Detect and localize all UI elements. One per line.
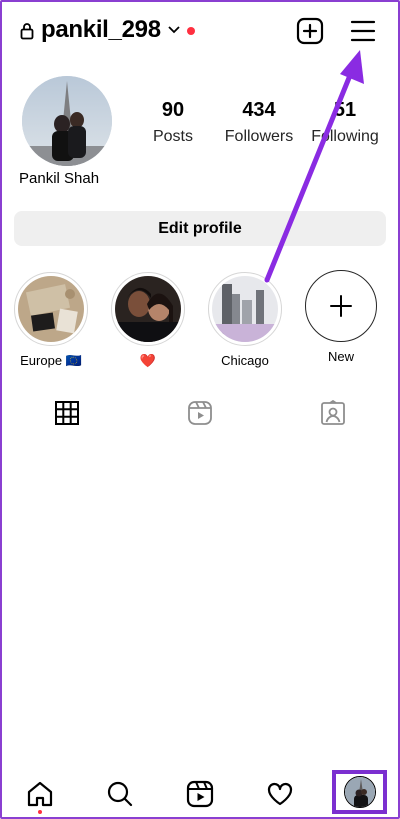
followers-label: Followers: [224, 128, 294, 145]
plus-icon: [330, 295, 352, 317]
profile-tab-highlight[interactable]: [332, 770, 387, 814]
posts-count: 90: [161, 99, 185, 121]
highlight-ring: [208, 272, 282, 346]
following-count: 51: [333, 99, 357, 121]
reels-icon[interactable]: [187, 400, 213, 426]
posts-stat[interactable]: 90 Posts: [146, 98, 200, 148]
new-highlight-ring: [305, 270, 377, 342]
following-label: Following: [311, 128, 379, 145]
search-icon[interactable]: [106, 780, 134, 808]
add-post-icon[interactable]: [296, 17, 324, 45]
highlight-ring: [111, 272, 185, 346]
highlight-heart[interactable]: ❤️: [110, 272, 186, 369]
highlight-europe[interactable]: Europe 🇪🇺: [13, 272, 89, 369]
followers-stat[interactable]: 434 Followers: [222, 98, 296, 148]
hamburger-menu-icon[interactable]: [349, 18, 377, 44]
posts-label: Posts: [152, 128, 193, 145]
profile-avatar[interactable]: [22, 76, 112, 166]
highlight-heart-image: [115, 276, 181, 342]
highlight-ring: [14, 272, 88, 346]
following-stat[interactable]: 51 Following: [310, 98, 380, 148]
highlight-label: New: [327, 349, 354, 364]
notification-dot: [187, 27, 195, 35]
highlight-label: ❤️: [139, 353, 157, 368]
tagged-icon[interactable]: [320, 400, 346, 426]
display-name: Pankil Shah: [19, 170, 100, 187]
home-icon[interactable]: [26, 780, 54, 808]
profile-header: pankil_298: [0, 0, 400, 64]
home-activity-dot: [38, 810, 42, 814]
nav-profile-avatar[interactable]: [343, 776, 376, 808]
highlight-label: Europe 🇪🇺: [20, 353, 82, 368]
followers-count: 434: [242, 99, 276, 121]
chevron-down-icon[interactable]: [167, 24, 181, 36]
highlight-europe-image: [18, 276, 84, 342]
heart-icon[interactable]: [266, 780, 294, 808]
lock-icon: [20, 23, 34, 40]
highlight-label: Chicago: [221, 353, 269, 368]
highlight-new[interactable]: New: [303, 270, 379, 364]
username[interactable]: pankil_298: [41, 16, 161, 44]
reels-nav-icon[interactable]: [186, 780, 214, 808]
edit-profile-button[interactable]: Edit profile: [14, 211, 386, 246]
grid-icon[interactable]: [54, 400, 80, 426]
highlight-chicago-image: [212, 276, 278, 342]
highlight-chicago[interactable]: Chicago: [207, 272, 283, 368]
